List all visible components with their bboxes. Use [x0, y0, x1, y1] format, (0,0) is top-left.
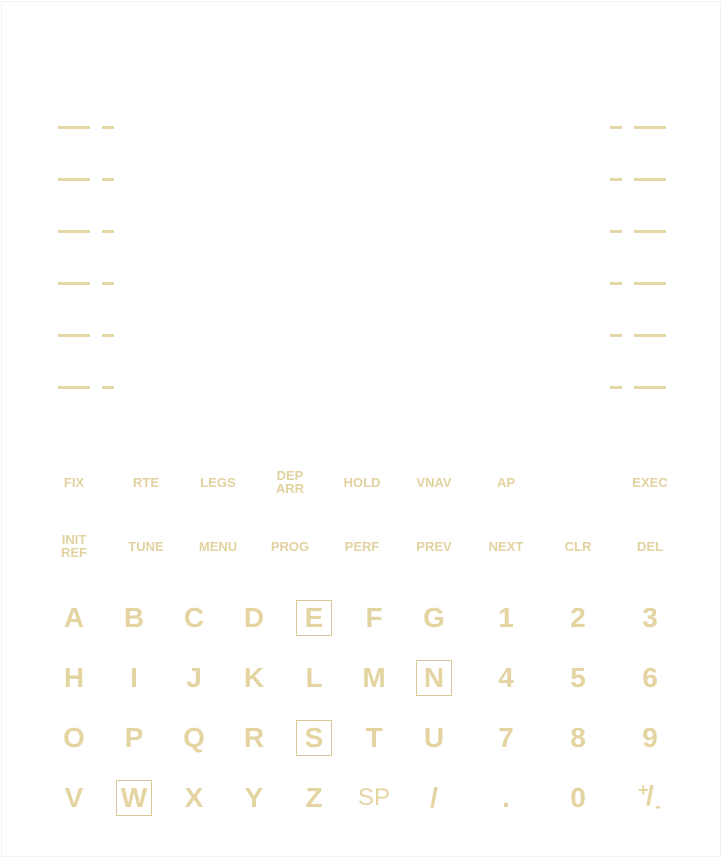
key-clr[interactable]: CLR [546, 526, 610, 566]
lsk-long-dash [58, 230, 90, 233]
key-w[interactable]: W [116, 780, 152, 816]
key-plus-minus[interactable]: + / - [630, 778, 670, 818]
key-l[interactable]: L [294, 658, 334, 698]
key-f[interactable]: F [354, 598, 394, 638]
key-next[interactable]: NEXT [474, 526, 538, 566]
key-d[interactable]: D [234, 598, 274, 638]
key-b[interactable]: B [114, 598, 154, 638]
key-fix[interactable]: FIX [42, 462, 106, 502]
lsk-short-dash [102, 178, 114, 181]
lsk-long-dash [634, 178, 666, 181]
key-j[interactable]: J [174, 658, 214, 698]
lsk-short-dash [610, 334, 622, 337]
lsk-right-1[interactable] [610, 114, 674, 142]
key-o[interactable]: O [54, 718, 94, 758]
key-del[interactable]: DEL [618, 526, 682, 566]
key-8[interactable]: 8 [558, 718, 598, 758]
lsk-short-dash [610, 178, 622, 181]
key-slash[interactable]: / [414, 778, 454, 818]
lsk-long-dash [58, 282, 90, 285]
lsk-short-dash [610, 230, 622, 233]
key-1[interactable]: 1 [486, 598, 526, 638]
lsk-right-2[interactable] [610, 166, 674, 194]
lsk-short-dash [102, 334, 114, 337]
key-ap[interactable]: AP [474, 462, 538, 502]
key-g[interactable]: G [414, 598, 454, 638]
key-h[interactable]: H [54, 658, 94, 698]
key-0[interactable]: 0 [558, 778, 598, 818]
key-init-ref[interactable]: INIT REF [42, 526, 106, 566]
key-m[interactable]: M [354, 658, 394, 698]
lsk-right-4[interactable] [610, 270, 674, 298]
lsk-left-1[interactable] [58, 114, 122, 142]
key-exec[interactable]: EXEC [618, 462, 682, 502]
lsk-left-6[interactable] [58, 374, 122, 402]
key-v[interactable]: V [54, 778, 94, 818]
key-prev[interactable]: PREV [402, 526, 466, 566]
key-s[interactable]: S [296, 720, 332, 756]
lsk-short-dash [610, 126, 622, 129]
lsk-long-dash [634, 282, 666, 285]
key-i[interactable]: I [114, 658, 154, 698]
lsk-long-dash [58, 334, 90, 337]
key-e[interactable]: E [296, 600, 332, 636]
lsk-short-dash [102, 126, 114, 129]
lsk-left-2[interactable] [58, 166, 122, 194]
key-6[interactable]: 6 [630, 658, 670, 698]
key-u[interactable]: U [414, 718, 454, 758]
key-sp[interactable]: SP [354, 778, 394, 818]
key-y[interactable]: Y [234, 778, 274, 818]
key-hold[interactable]: HOLD [330, 462, 394, 502]
lsk-long-dash [634, 126, 666, 129]
key-t[interactable]: T [354, 718, 394, 758]
lsk-left-5[interactable] [58, 322, 122, 350]
lsk-right-5[interactable] [610, 322, 674, 350]
plus-minus-minus: - [655, 796, 661, 816]
key-legs[interactable]: LEGS [186, 462, 250, 502]
key-r[interactable]: R [234, 718, 274, 758]
key-rte[interactable]: RTE [114, 462, 178, 502]
key-n[interactable]: N [416, 660, 452, 696]
key-q[interactable]: Q [174, 718, 214, 758]
lsk-left-3[interactable] [58, 218, 122, 246]
lsk-long-dash [58, 126, 90, 129]
key-9[interactable]: 9 [630, 718, 670, 758]
key-7[interactable]: 7 [486, 718, 526, 758]
lsk-left-4[interactable] [58, 270, 122, 298]
plus-minus-slash: / [646, 780, 654, 811]
lsk-short-dash [610, 282, 622, 285]
lsk-right-3[interactable] [610, 218, 674, 246]
key-vnav[interactable]: VNAV [402, 462, 466, 502]
lsk-right-6[interactable] [610, 374, 674, 402]
key-5[interactable]: 5 [558, 658, 598, 698]
lsk-short-dash [102, 230, 114, 233]
key-4[interactable]: 4 [486, 658, 526, 698]
key-k[interactable]: K [234, 658, 274, 698]
key-menu[interactable]: MENU [186, 526, 250, 566]
key-3[interactable]: 3 [630, 598, 670, 638]
lsk-long-dash [58, 386, 90, 389]
key-blank[interactable] [546, 462, 610, 502]
key-p[interactable]: P [114, 718, 154, 758]
lsk-long-dash [58, 178, 90, 181]
lsk-short-dash [102, 282, 114, 285]
key-z[interactable]: Z [294, 778, 334, 818]
key-c[interactable]: C [174, 598, 214, 638]
key-a[interactable]: A [54, 598, 94, 638]
key-perf[interactable]: PERF [330, 526, 394, 566]
key-x[interactable]: X [174, 778, 214, 818]
key-2[interactable]: 2 [558, 598, 598, 638]
lsk-long-dash [634, 386, 666, 389]
key-prog[interactable]: PROG [258, 526, 322, 566]
lsk-short-dash [102, 386, 114, 389]
key-dep-arr[interactable]: DEP ARR [258, 462, 322, 502]
key-tune[interactable]: TUNE [114, 526, 178, 566]
lsk-long-dash [634, 334, 666, 337]
lsk-long-dash [634, 230, 666, 233]
lsk-short-dash [610, 386, 622, 389]
key-dot[interactable]: . [486, 778, 526, 818]
